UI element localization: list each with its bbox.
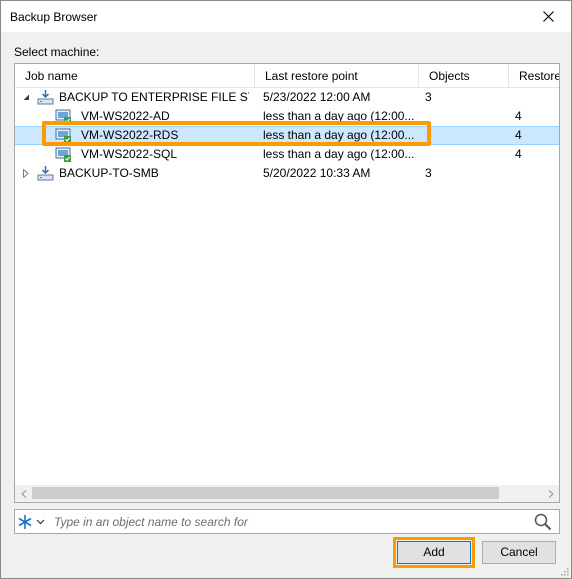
scrollbar-thumb[interactable] — [32, 487, 499, 499]
column-restore[interactable]: Restore — [509, 64, 559, 88]
scroll-right-icon[interactable] — [542, 485, 559, 502]
restore-point: 5/23/2022 12:00 AM — [263, 90, 371, 104]
job-name: BACKUP-TO-SMB — [59, 166, 159, 180]
chevron-down-icon — [36, 519, 45, 525]
column-job-name[interactable]: Job name — [15, 64, 254, 88]
backup-job-icon — [37, 165, 54, 182]
tree-row-backup-to-smb[interactable]: BACKUP-TO-SMB 5/20/2022 10:33 AM 3 — [15, 164, 559, 183]
vm-icon — [55, 146, 72, 163]
search-scope-dropdown[interactable] — [17, 513, 49, 531]
job-name: VM-WS2022-AD — [81, 109, 170, 123]
collapse-arrow-icon[interactable] — [21, 88, 31, 107]
restore-point: less than a day ago (12:00... — [263, 128, 415, 142]
tree-row-vm-ws2022-rds[interactable]: VM-WS2022-RDS less than a day ago (12:00… — [15, 126, 559, 145]
scroll-left-icon[interactable] — [15, 485, 32, 502]
restore-count: 4 — [515, 128, 522, 142]
tree-row-vm-ws2022-ad[interactable]: VM-WS2022-AD less than a day ago (12:00.… — [15, 107, 559, 126]
search-button[interactable] — [532, 511, 554, 533]
restore-point: less than a day ago (12:00... — [263, 109, 415, 123]
search-input[interactable] — [52, 513, 522, 531]
backup-job-icon — [37, 89, 54, 106]
close-icon — [542, 11, 554, 22]
machine-tree[interactable]: Job name Last restore point Objects Rest… — [14, 63, 560, 503]
vm-icon — [55, 108, 72, 125]
column-objects[interactable]: Objects — [419, 64, 508, 88]
restore-count: 4 — [515, 147, 522, 161]
restore-point: less than a day ago (12:00... — [263, 147, 415, 161]
objects-count: 3 — [425, 166, 432, 180]
resize-grip-icon[interactable] — [559, 566, 569, 576]
search-icon — [534, 513, 552, 531]
vm-icon — [55, 127, 72, 144]
search-bar — [14, 509, 560, 534]
expand-arrow-icon[interactable] — [21, 164, 31, 183]
select-machine-label: Select machine: — [14, 45, 100, 59]
restore-point: 5/20/2022 10:33 AM — [263, 166, 371, 180]
close-button[interactable] — [525, 1, 571, 32]
job-name: VM-WS2022-RDS — [81, 128, 179, 142]
restore-count: 4 — [515, 109, 522, 123]
asterisk-icon — [18, 515, 32, 529]
add-button[interactable]: Add — [397, 541, 471, 564]
job-name: VM-WS2022-SQL — [81, 147, 178, 161]
objects-count: 3 — [425, 90, 432, 104]
job-name: BACKUP TO ENTERPRISE FILE ST... — [59, 90, 249, 104]
horizontal-scrollbar[interactable] — [15, 485, 559, 502]
backup-browser-window: Backup Browser Select machine: Job name … — [0, 0, 572, 579]
cancel-button[interactable]: Cancel — [482, 541, 556, 564]
window-title: Backup Browser — [10, 10, 98, 24]
title-bar: Backup Browser — [1, 1, 571, 32]
tree-row-vm-ws2022-sql[interactable]: VM-WS2022-SQL less than a day ago (12:00… — [15, 145, 559, 164]
column-last-restore-point[interactable]: Last restore point — [255, 64, 418, 88]
tree-row-backup-enterprise[interactable]: BACKUP TO ENTERPRISE FILE ST... 5/23/202… — [15, 88, 559, 107]
column-header-row: Job name Last restore point Objects Rest… — [15, 64, 559, 88]
